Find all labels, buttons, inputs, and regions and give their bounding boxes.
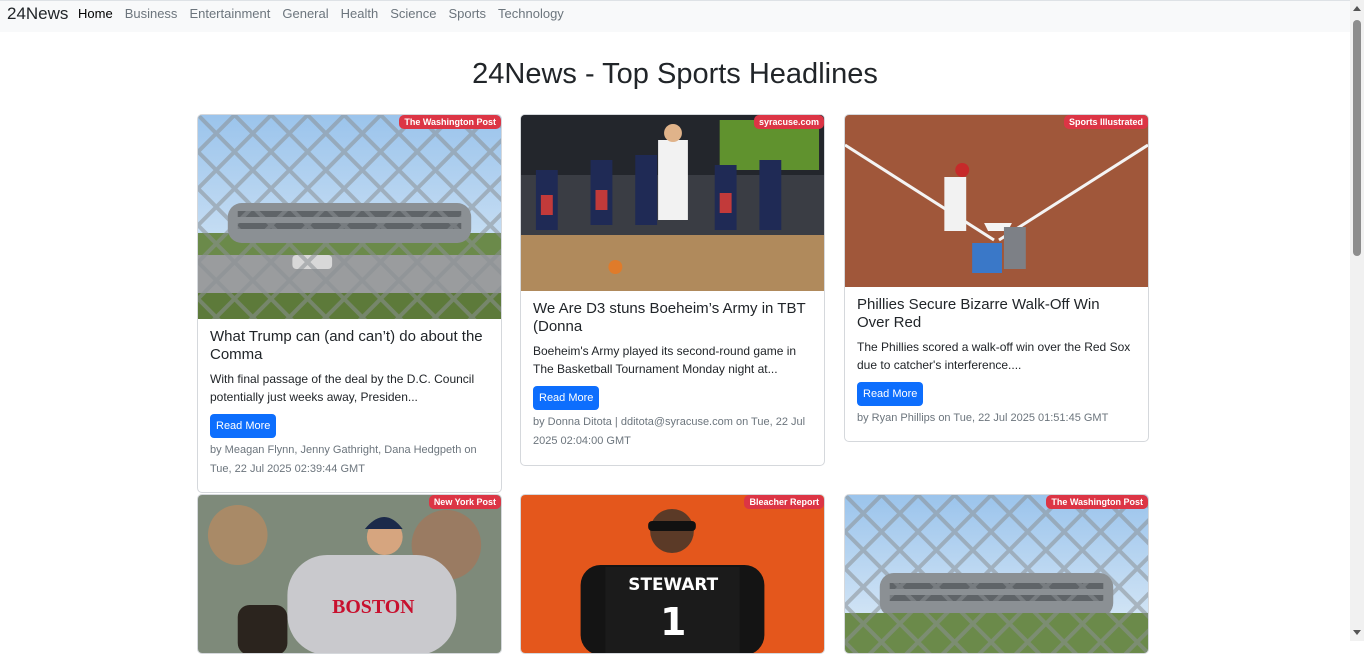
svg-text:BOSTON: BOSTON [332, 596, 415, 618]
article-byline: by Donna Ditota | dditota@syracuse.com o… [533, 416, 806, 447]
scrollbar-thumb[interactable] [1353, 20, 1361, 256]
article-title[interactable]: Phillies Secure Bizarre Walk-Off Win Ove… [857, 296, 1136, 332]
nav-link-health[interactable]: Health [335, 6, 385, 21]
article-description: Boeheim's Army played its second-round g… [533, 344, 797, 376]
scroll-down-arrow-icon[interactable] [1353, 630, 1361, 635]
read-more-button[interactable]: Read More [857, 382, 924, 406]
news-card [844, 494, 1149, 654]
article-description: The Phillies scored a walk-off win over … [857, 340, 1131, 372]
news-card: Phillies Secure Bizarre Walk-Off Win Ove… [844, 114, 1149, 442]
article-byline: by Meagan Flynn, Jenny Gathright, Dana H… [210, 444, 477, 475]
top-navbar: 24News Home Business Entertainment Gener… [0, 0, 1350, 32]
nav-link-business[interactable]: Business [119, 6, 184, 21]
article-byline: by Ryan Phillips on Tue, 22 Jul 2025 01:… [857, 412, 1109, 424]
source-badge: Bleacher Report [744, 495, 824, 509]
article-title[interactable]: We Are D3 stuns Boeheim’s Army in TBT (D… [533, 300, 812, 336]
nav-link-home[interactable]: Home [72, 6, 119, 21]
source-badge: Sports Illustrated [1063, 115, 1148, 129]
news-card: We Are D3 stuns Boeheim’s Army in TBT (D… [520, 114, 825, 466]
news-card: BOSTON [197, 494, 502, 654]
nav-link-technology[interactable]: Technology [492, 6, 570, 21]
nav-links: Home Business Entertainment General Heal… [72, 6, 570, 21]
article-image: STEWART 1 [521, 495, 824, 653]
nav-link-science[interactable]: Science [384, 6, 442, 21]
source-badge: The Washington Post [399, 115, 501, 129]
news-card: STEWART 1 [520, 494, 825, 654]
page-scrollbar[interactable] [1350, 0, 1364, 641]
article-description: With final passage of the deal by the D.… [210, 372, 475, 404]
article-image [521, 115, 824, 291]
svg-text:1: 1 [660, 600, 686, 644]
article-title[interactable]: What Trump can (and can’t) do about the … [210, 328, 489, 364]
nav-link-sports[interactable]: Sports [442, 6, 492, 21]
page-heading: 24News - Top Sports Headlines [472, 58, 878, 90]
article-image [845, 115, 1148, 287]
nav-link-general[interactable]: General [276, 6, 334, 21]
scroll-up-arrow-icon[interactable] [1353, 6, 1361, 11]
svg-text:STEWART: STEWART [628, 574, 718, 594]
article-image [198, 115, 501, 319]
article-image: BOSTON [198, 495, 501, 653]
brand-logo[interactable]: 24News [7, 4, 68, 24]
read-more-button[interactable]: Read More [533, 386, 600, 410]
source-badge: The Washington Post [1046, 495, 1148, 509]
nav-link-entertainment[interactable]: Entertainment [183, 6, 276, 21]
source-badge: syracuse.com [753, 115, 824, 129]
news-card: What Trump can (and can’t) do about the … [197, 114, 502, 493]
read-more-button[interactable]: Read More [210, 414, 277, 438]
article-image [845, 495, 1148, 653]
source-badge: New York Post [428, 495, 501, 509]
